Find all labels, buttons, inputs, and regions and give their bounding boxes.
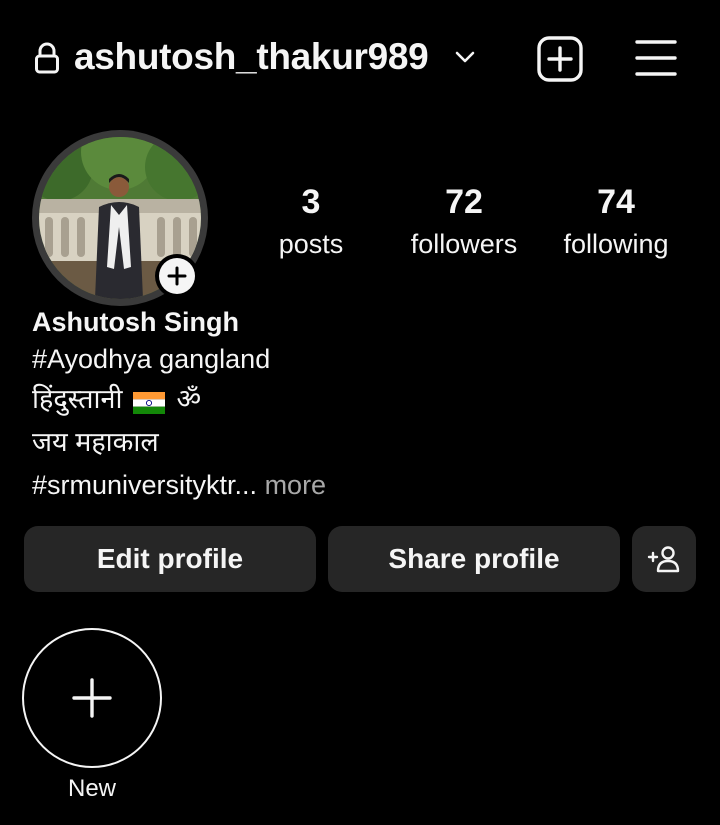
create-post-icon[interactable] xyxy=(536,36,584,82)
new-highlight-button[interactable] xyxy=(22,628,162,768)
bio-more-link[interactable]: more xyxy=(265,470,327,500)
bio-line-2-text: हिंदुस्तानी xyxy=(32,384,123,414)
plus-icon xyxy=(72,678,112,718)
followers-label[interactable]: followers xyxy=(394,227,534,261)
profile-display-name: Ashutosh Singh xyxy=(32,307,239,337)
india-flag-icon xyxy=(132,388,165,414)
lock-icon xyxy=(34,42,60,74)
add-person-icon xyxy=(647,544,681,574)
bio-hashtag[interactable]: #srmuniversityktr... xyxy=(32,470,257,500)
profile-username[interactable]: ashutosh_thakur989 xyxy=(74,34,429,80)
discover-people-button[interactable] xyxy=(632,526,696,592)
bio-line-4: #srmuniversityktr... more xyxy=(32,468,326,502)
posts-label[interactable]: posts xyxy=(251,227,371,261)
edit-profile-button[interactable]: Edit profile xyxy=(24,526,316,592)
bio-line-1[interactable]: #Ayodhya gangland xyxy=(32,342,270,376)
new-highlight-label: New xyxy=(67,775,116,802)
followers-count[interactable]: 72 xyxy=(394,182,534,222)
bio-line-3: जय महाकाल xyxy=(32,427,159,457)
posts-count[interactable]: 3 xyxy=(251,182,371,222)
following-count[interactable]: 74 xyxy=(546,182,686,222)
plus-icon[interactable] xyxy=(159,258,195,294)
chevron-down-icon[interactable] xyxy=(453,48,477,66)
share-profile-button[interactable]: Share profile xyxy=(328,526,620,592)
hamburger-menu-icon[interactable] xyxy=(634,38,678,78)
following-label[interactable]: following xyxy=(546,227,686,261)
bio-line-2: हिंदुस्तानी ॐ xyxy=(32,382,201,416)
om-symbol: ॐ xyxy=(176,384,202,414)
